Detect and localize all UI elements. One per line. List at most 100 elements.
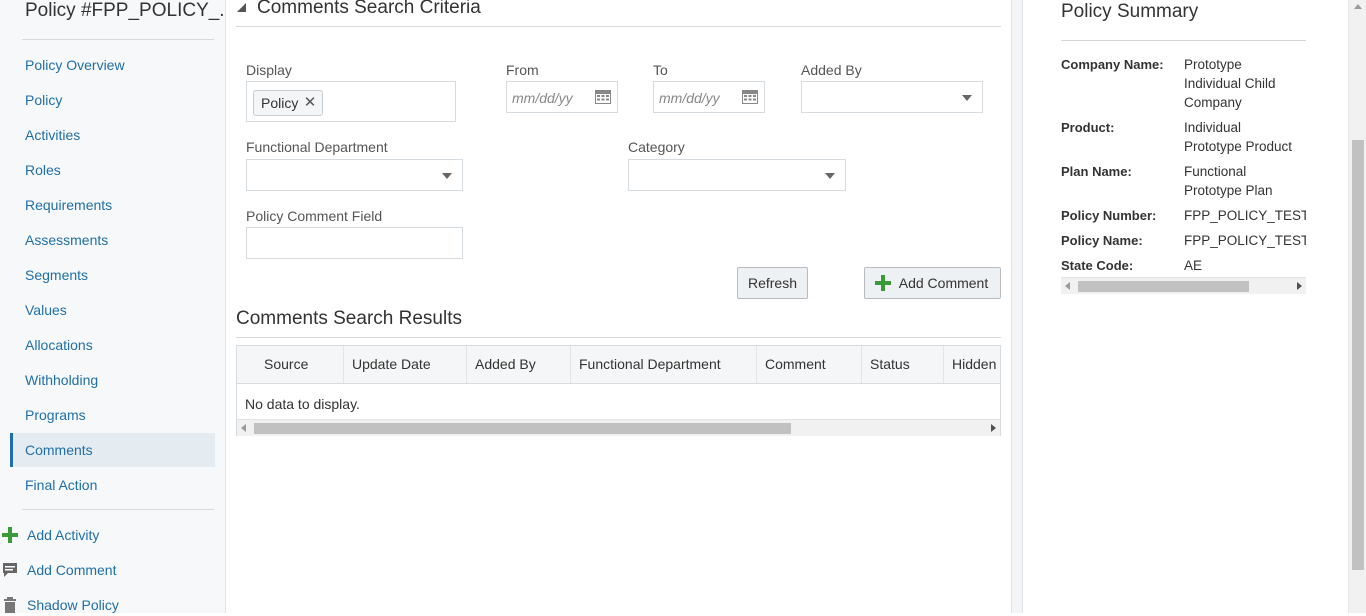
plus-icon — [875, 275, 891, 291]
column-header-functional-department[interactable]: Functional Department — [570, 346, 756, 383]
comment-icon — [3, 563, 17, 577]
add-comment-label: Add Comment — [27, 562, 117, 578]
main-panel: Comments Search Criteria Display Policy … — [226, 0, 1011, 613]
summary-value-line: Prototype Product — [1184, 139, 1293, 154]
nav-item-activities[interactable]: Activities — [10, 118, 215, 152]
summary-label-policy-number: Policy Number: — [1061, 208, 1157, 223]
column-header-status[interactable]: Status — [861, 346, 943, 383]
to-label: To — [653, 62, 668, 78]
policy-summary-panel: Policy Summary Company Name: Prototype I… — [1023, 0, 1348, 613]
nav-item-policy[interactable]: Policy — [10, 83, 215, 117]
remove-chip-icon[interactable]: ✕ — [304, 91, 317, 115]
column-header-hidden[interactable]: Hidden — [943, 346, 1000, 383]
summary-label-plan-name: Plan Name: — [1061, 164, 1132, 179]
summary-divider — [1061, 40, 1306, 41]
summary-value-line: Prototype Plan — [1184, 183, 1273, 198]
scroll-left-icon[interactable] — [1065, 282, 1070, 290]
from-label: From — [506, 62, 539, 78]
summary-label-state-code: State Code: — [1061, 258, 1134, 273]
nav-item-segments[interactable]: Segments — [10, 258, 215, 292]
summary-title: Policy Summary — [1061, 1, 1199, 22]
no-data-message: No data to display. — [245, 396, 360, 412]
nav-item-withholding[interactable]: Withholding — [10, 363, 215, 397]
summary-label-company-name: Company Name: — [1061, 57, 1164, 72]
column-header-comment[interactable]: Comment — [756, 346, 861, 383]
criteria-divider — [236, 26, 1001, 27]
summary-value-line: Individual — [1184, 120, 1242, 135]
nav-item-requirements[interactable]: Requirements — [10, 188, 215, 222]
add-activity-label: Add Activity — [27, 527, 100, 543]
scroll-right-icon[interactable] — [991, 424, 996, 432]
scrollbar-thumb[interactable] — [1352, 140, 1364, 570]
chevron-down-icon — [442, 173, 452, 179]
add-comment-button-label: Add Comment — [898, 275, 989, 291]
summary-value-line: Company — [1184, 95, 1242, 110]
calendar-icon[interactable] — [742, 90, 758, 104]
scrollbar-thumb[interactable] — [254, 423, 791, 434]
summary-label-product: Product: — [1061, 120, 1115, 135]
summary-value-state-code: AE — [1184, 258, 1203, 273]
summary-label-policy-name: Policy Name: — [1061, 233, 1143, 248]
added-by-label: Added By — [801, 62, 862, 78]
nav-item-programs[interactable]: Programs — [10, 398, 215, 432]
page-vertical-scrollbar[interactable] — [1348, 0, 1366, 613]
column-header-update-date[interactable]: Update Date — [343, 346, 466, 383]
policy-comment-label: Policy Comment Field — [246, 208, 383, 224]
chevron-down-icon — [825, 173, 835, 179]
functional-department-label: Functional Department — [246, 139, 388, 155]
summary-value-line: Prototype — [1184, 57, 1242, 72]
add-activity-link[interactable]: Add Activity — [0, 524, 99, 546]
display-multiselect[interactable]: Policy ✕ — [246, 81, 456, 122]
add-comment-button[interactable]: Add Comment — [864, 267, 1001, 299]
nav-item-assessments[interactable]: Assessments — [10, 223, 215, 257]
summary-value-line: Functional — [1184, 164, 1247, 179]
nav-divider-top — [22, 39, 214, 40]
summary-horizontal-scrollbar[interactable] — [1061, 277, 1306, 294]
refresh-button[interactable]: Refresh — [737, 267, 808, 299]
added-by-select[interactable] — [801, 81, 983, 113]
display-chip-policy: Policy ✕ — [253, 90, 324, 116]
column-header-source[interactable]: Source — [256, 346, 344, 383]
calendar-icon[interactable] — [595, 90, 611, 104]
from-date-placeholder: mm/dd/yy — [512, 90, 573, 106]
shadow-policy-label: Shadow Policy — [27, 597, 119, 613]
table-header: Source Update Date Added By Functional D… — [237, 346, 1000, 384]
category-select[interactable] — [628, 159, 846, 191]
collapse-triangle-icon[interactable] — [237, 3, 247, 13]
nav-item-final-action[interactable]: Final Action — [10, 468, 215, 502]
nav-item-comments[interactable]: Comments — [10, 433, 215, 467]
policy-comment-input[interactable] — [246, 227, 463, 259]
from-date-input[interactable]: mm/dd/yy — [506, 81, 618, 113]
summary-value-plan-name: Functional Prototype Plan — [1184, 162, 1306, 200]
comments-results-table: Source Update Date Added By Functional D… — [236, 345, 1001, 436]
policy-title: Policy #FPP_POLICY_... — [25, 0, 225, 21]
add-comment-link[interactable]: Add Comment — [0, 559, 116, 581]
results-title: Comments Search Results — [236, 308, 462, 329]
category-label: Category — [628, 139, 685, 155]
criteria-title: Comments Search Criteria — [257, 0, 481, 18]
left-navigation: Policy #FPP_POLICY_... Policy Overview P… — [0, 0, 226, 613]
nav-divider-bottom — [22, 509, 214, 510]
summary-value-product: Individual Prototype Product — [1184, 118, 1306, 156]
table-horizontal-scrollbar[interactable] — [237, 419, 1000, 436]
nav-item-policy-overview[interactable]: Policy Overview — [10, 48, 215, 82]
scroll-up-icon[interactable] — [1354, 4, 1362, 9]
panel-splitter[interactable] — [1011, 0, 1023, 613]
functional-department-select[interactable] — [246, 159, 463, 191]
summary-value-policy-number: FPP_POLICY_TESTAU — [1184, 208, 1306, 223]
nav-item-roles[interactable]: Roles — [10, 153, 215, 187]
to-date-input[interactable]: mm/dd/yy — [653, 81, 765, 113]
summary-value-policy-name: FPP_POLICY_TESTAU — [1184, 233, 1306, 248]
column-header-added-by[interactable]: Added By — [466, 346, 570, 383]
trash-icon — [4, 597, 16, 613]
display-label: Display — [246, 62, 292, 78]
chevron-down-icon — [962, 95, 972, 101]
nav-item-allocations[interactable]: Allocations — [10, 328, 215, 362]
summary-value-line: Individual Child — [1184, 76, 1276, 91]
scroll-right-icon[interactable] — [1297, 282, 1302, 290]
to-date-placeholder: mm/dd/yy — [659, 90, 720, 106]
nav-item-values[interactable]: Values — [10, 293, 215, 327]
summary-value-company-name: Prototype Individual Child Company — [1184, 55, 1306, 112]
scrollbar-thumb[interactable] — [1078, 281, 1249, 292]
scroll-left-icon[interactable] — [241, 424, 246, 432]
